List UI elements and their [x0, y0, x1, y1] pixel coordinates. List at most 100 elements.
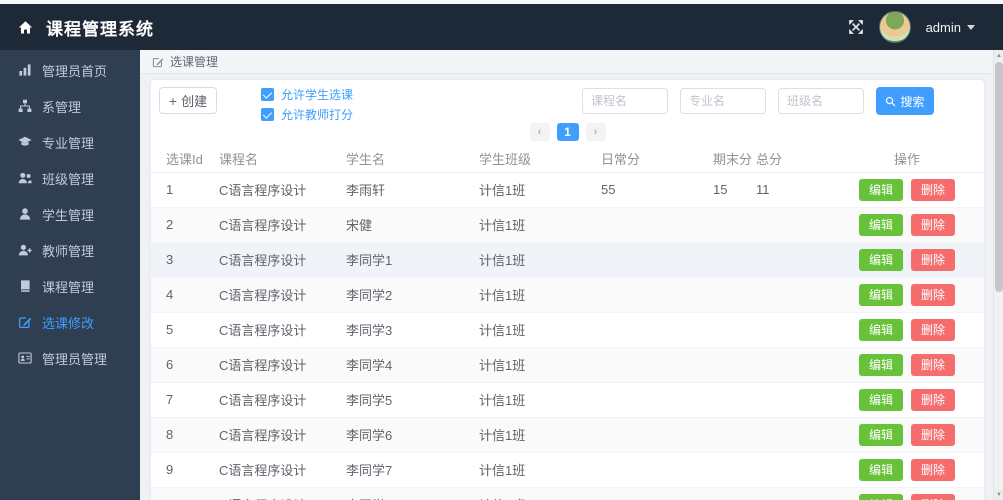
pagination: ‹ 1 › [151, 122, 984, 142]
edit-button[interactable]: 编辑 [858, 248, 903, 271]
edit-button[interactable]: 编辑 [858, 213, 903, 236]
sidebar-item-6[interactable]: 课程管理 [0, 268, 140, 304]
id-card-icon [18, 351, 32, 365]
checkbox-1[interactable]: 允许教师打分 [261, 106, 353, 123]
cell-final [713, 312, 756, 347]
fullscreen-icon[interactable] [848, 19, 864, 35]
cell-final [713, 487, 756, 500]
user-menu[interactable]: admin [926, 20, 975, 35]
sidebar-item-3[interactable]: 班级管理 [0, 160, 140, 196]
delete-button[interactable]: 删除 [911, 318, 956, 341]
current-page-button[interactable]: 1 [556, 123, 579, 141]
delete-button[interactable]: 删除 [911, 283, 956, 306]
cell-class: 计信1班 [479, 393, 526, 408]
home-icon[interactable] [18, 20, 33, 35]
search-button[interactable]: 搜索 [876, 87, 934, 115]
cell-student: 李同学8 [346, 487, 479, 500]
delete-button[interactable]: 删除 [911, 353, 956, 376]
sidebar-item-2[interactable]: 专业管理 [0, 124, 140, 160]
cell-daily: 55 [601, 182, 616, 197]
cell-actions: 编辑删除 [844, 242, 984, 277]
sidebar-item-7[interactable]: 选课修改 [0, 304, 140, 340]
cell-student: 李同学5 [346, 393, 393, 408]
edit-button[interactable]: 编辑 [858, 178, 903, 201]
cell-class: 计信1班 [479, 487, 601, 500]
toolbar: + 创建 允许学生选课允许教师打分 搜索 [159, 86, 976, 123]
next-page-button[interactable]: › [585, 123, 606, 141]
cell-total: 11 [756, 182, 770, 197]
edit-button[interactable]: 编辑 [858, 318, 903, 341]
cell-total [756, 277, 844, 312]
edit-button[interactable]: 编辑 [858, 388, 903, 411]
column-header: 日常分 [601, 152, 641, 168]
cell-class: 计信1班 [479, 463, 526, 478]
cell-id: 4 [166, 287, 174, 302]
edit-button[interactable]: 编辑 [858, 283, 903, 306]
sidebar-item-label: 管理员首页 [42, 63, 108, 79]
scrollbar[interactable]: ▲ ▼ [993, 50, 1003, 500]
cell-class: 计信1班 [479, 183, 526, 198]
edit-button[interactable]: 编辑 [858, 458, 903, 481]
sidebar-item-0[interactable]: 管理员首页 [0, 52, 140, 88]
delete-button[interactable]: 删除 [911, 248, 956, 271]
sidebar-item-5[interactable]: 教师管理 [0, 232, 140, 268]
column-header: 期末分 [713, 152, 753, 168]
cell-id: 7 [166, 392, 174, 407]
navbar: 课程管理系统 admin [0, 4, 1003, 50]
create-button[interactable]: + 创建 [159, 87, 217, 114]
sidebar-item-1[interactable]: 系管理 [0, 88, 140, 124]
cell-actions: 编辑 删除 [844, 487, 984, 500]
search-icon [885, 96, 896, 107]
prev-page-button[interactable]: ‹ [529, 123, 550, 141]
users-icon [18, 171, 32, 185]
cell-student: 李雨轩 [346, 183, 386, 198]
edit-icon [18, 315, 32, 329]
scroll-up-icon[interactable]: ▲ [994, 50, 1003, 61]
cell-total [756, 207, 844, 242]
cell-student: 李同学4 [346, 358, 393, 373]
cell-total [756, 312, 844, 347]
sidebar-item-label: 专业管理 [42, 135, 95, 151]
sidebar-item-8[interactable]: 管理员管理 [0, 340, 140, 376]
sidebar-item-4[interactable]: 学生管理 [0, 196, 140, 232]
delete-button[interactable]: 删除 [911, 213, 956, 236]
delete-button[interactable]: 删除 [911, 178, 956, 201]
cell-actions: 编辑删除 [844, 207, 984, 242]
column-header: 总分 [756, 152, 783, 168]
column-header: 学生名 [346, 152, 386, 168]
cell-total [756, 452, 844, 487]
user-avatar[interactable] [878, 11, 911, 43]
cell-course: C语言程序设计 [219, 218, 307, 233]
scroll-down-icon[interactable]: ▼ [994, 489, 1003, 500]
table-row: 5 C语言程序设计 李同学3 计信1班 编辑 删除 [151, 312, 984, 347]
delete-button[interactable]: 删除 [911, 388, 956, 411]
major-name-input[interactable] [680, 88, 766, 114]
cell-final [713, 382, 756, 417]
sidebar-item-label: 管理员管理 [42, 351, 108, 367]
permission-checkboxes: 允许学生选课 允许教师打分 [261, 86, 353, 123]
cell-actions: 编辑删除 [844, 312, 984, 347]
table-row: 3 C语言程序设计 李同学1 计信1班 编辑 删除 [151, 242, 984, 277]
cell-class: 计信1班 [479, 288, 526, 303]
edit-button[interactable]: 编辑 [858, 493, 903, 500]
cell-daily [601, 347, 713, 382]
checkbox-checked-icon[interactable] [261, 88, 274, 101]
sidebar: 管理员首页 系管理 专业管理 班级管理 学生管理 教师管理 课程管理 选课修改 … [0, 50, 140, 500]
scrollbar-thumb[interactable] [995, 62, 1003, 292]
course-name-input[interactable] [582, 88, 668, 114]
edit-button[interactable]: 编辑 [858, 423, 903, 446]
cell-total [756, 382, 844, 417]
cell-total [756, 487, 844, 500]
table-row: 1 C语言程序设计 李雨轩 计信1班 55 15 11 编辑 删除 [151, 172, 984, 207]
checkbox-0[interactable]: 允许学生选课 [261, 86, 353, 103]
delete-button[interactable]: 删除 [911, 458, 956, 481]
class-name-input[interactable] [778, 88, 864, 114]
column-header: 课程名 [219, 152, 259, 168]
delete-button[interactable]: 删除 [911, 423, 956, 446]
cell-actions: 编辑删除 [844, 347, 984, 382]
delete-button[interactable]: 删除 [911, 493, 956, 500]
edit-button[interactable]: 编辑 [858, 353, 903, 376]
table-row: 6 C语言程序设计 李同学4 计信1班 编辑 删除 [151, 347, 984, 382]
edit-breadcrumb-icon [152, 56, 164, 68]
checkbox-checked-icon[interactable] [261, 108, 274, 121]
